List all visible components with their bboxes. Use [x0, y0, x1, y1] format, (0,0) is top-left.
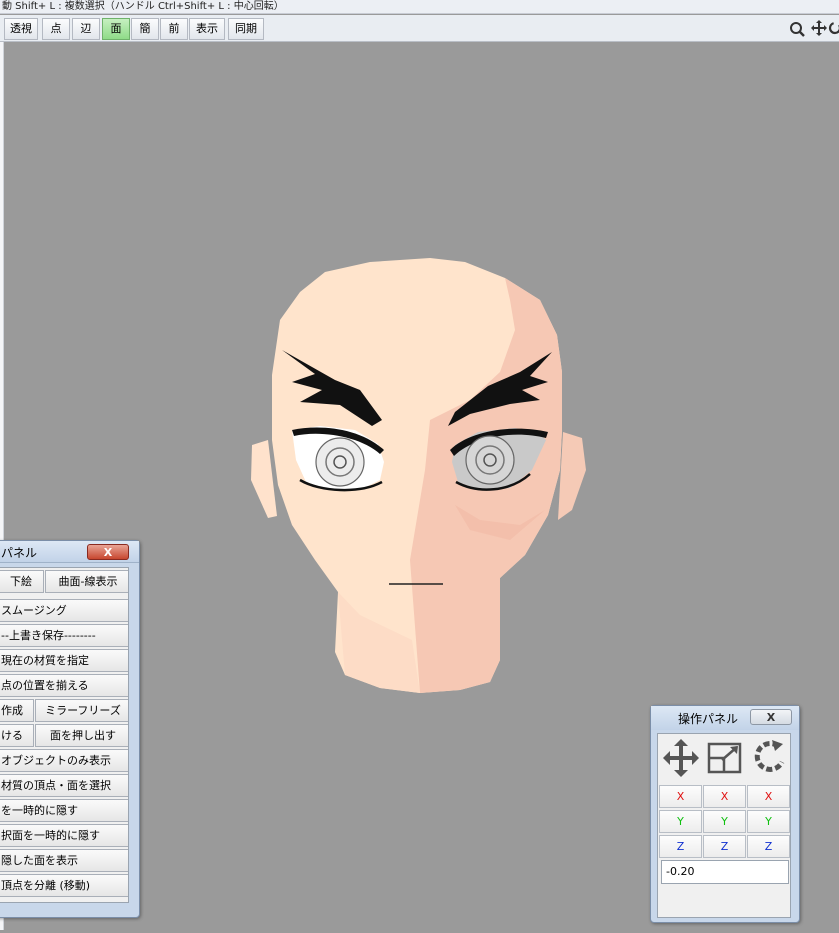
front-view-button[interactable]: 前: [160, 18, 188, 40]
face-mode-button[interactable]: 面: [102, 18, 130, 40]
sync-button[interactable]: 同期: [228, 18, 264, 40]
align-vertices-button[interactable]: 点の位置を揃える: [0, 674, 128, 697]
rotate-x-button[interactable]: X: [747, 785, 790, 808]
simple-view-button[interactable]: 簡: [131, 18, 159, 40]
rotate-z-button[interactable]: Z: [747, 835, 790, 858]
move-z-button[interactable]: Z: [659, 835, 702, 858]
display-button[interactable]: 表示: [189, 18, 225, 40]
assign-current-material-button[interactable]: 現在の材質を指定: [0, 649, 128, 672]
rotate-icon[interactable]: [748, 736, 790, 780]
rotate-icon[interactable]: [828, 21, 839, 35]
mirror-freeze-button[interactable]: ミラーフリーズ: [35, 699, 128, 722]
show-hidden-faces-button[interactable]: 隠した面を表示: [0, 849, 128, 872]
extrude-face-button[interactable]: 面を押し出す: [35, 724, 128, 747]
scale-z-button[interactable]: Z: [703, 835, 746, 858]
command-panel: パネル X 下絵 曲面-線表示 スムージング --上書き保存-------- 現…: [0, 540, 140, 918]
pan-icon[interactable]: [811, 20, 827, 36]
scale-y-button[interactable]: Y: [703, 810, 746, 833]
zoom-icon[interactable]: [790, 22, 805, 37]
perspective-button[interactable]: 透視: [4, 18, 38, 40]
numeric-value-field[interactable]: -0.20: [661, 860, 789, 884]
move-icon[interactable]: [660, 736, 702, 780]
operation-panel: 操作パネル X X X X Y Y Y Z Z Z -0.20: [650, 705, 800, 923]
vertex-mode-button[interactable]: 点: [42, 18, 70, 40]
edge-mode-button[interactable]: 辺: [72, 18, 100, 40]
show-object-only-button[interactable]: オブジェクトのみ表示: [0, 749, 128, 772]
move-y-button[interactable]: Y: [659, 810, 702, 833]
smoothing-button[interactable]: スムージング: [0, 599, 128, 622]
temporarily-hide-selected-faces-button[interactable]: 択面を一時的に隠す: [0, 824, 128, 847]
separate-vertices-button[interactable]: 頂点を分離 (移動): [0, 874, 128, 897]
temporarily-hide-button[interactable]: を一時的に隠す: [0, 799, 128, 822]
move-x-button[interactable]: X: [659, 785, 702, 808]
curved-surface-line-button[interactable]: 曲面-線表示: [45, 570, 128, 593]
create-button[interactable]: 作成: [0, 699, 34, 722]
shortcut-hint-bar: 動 Shift+ L : 複数選択（ハンドル Ctrl+Shift+ L : 中…: [0, 0, 839, 14]
command-panel-close-button[interactable]: X: [87, 544, 129, 560]
operation-controls: X X X Y Y Y Z Z Z -0.20: [657, 733, 791, 918]
select-material-verts-faces-button[interactable]: 材質の頂点・面を選択: [0, 774, 128, 797]
underlay-button[interactable]: 下絵: [0, 570, 44, 593]
attach-button[interactable]: ける: [0, 724, 34, 747]
scale-icon[interactable]: [704, 736, 746, 780]
scale-x-button[interactable]: X: [703, 785, 746, 808]
view-toolbar: 透視 点 辺 面 簡 前 表示 同期: [0, 15, 839, 42]
overwrite-save-button[interactable]: --上書き保存--------: [0, 624, 128, 647]
rotate-y-button[interactable]: Y: [747, 810, 790, 833]
command-list: 下絵 曲面-線表示 スムージング --上書き保存-------- 現在の材質を指…: [0, 567, 129, 903]
operation-panel-close-button[interactable]: X: [750, 709, 792, 725]
